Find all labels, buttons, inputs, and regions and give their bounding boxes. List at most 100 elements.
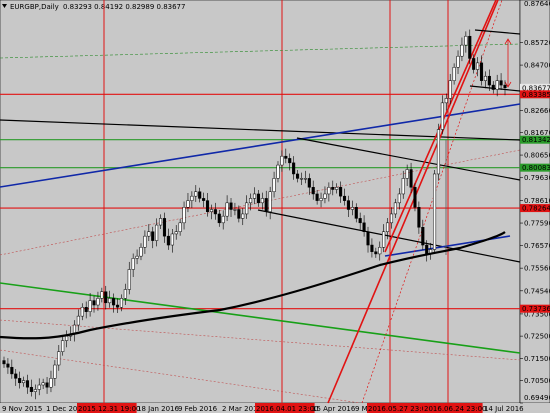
- candle-body: [296, 173, 300, 179]
- chart-header: EURGBP,Daily 0.83293 0.84192 0.82989 0.8…: [2, 3, 185, 11]
- candle-body: [76, 315, 80, 326]
- y-tick-label: 0.75560: [524, 265, 550, 273]
- ohlc-values: 0.83293 0.84192 0.82989 0.83677: [63, 3, 185, 11]
- candle-body: [272, 178, 276, 192]
- candle-body: [464, 35, 468, 46]
- candle-body: [2, 360, 6, 365]
- candle-body: [205, 200, 210, 212]
- candle-body: [417, 207, 421, 228]
- candle-body: [162, 218, 167, 237]
- candle-body: [159, 218, 163, 226]
- x-tick-label: 2016.06.24 23:00: [424, 405, 486, 413]
- candle-body: [45, 382, 49, 388]
- y-tick-label: 0.79630: [524, 174, 550, 182]
- candle-body: [237, 209, 241, 219]
- candle-body: [315, 193, 319, 201]
- candle-body: [432, 173, 437, 250]
- candle-body: [170, 233, 174, 246]
- candle-body: [252, 193, 257, 199]
- candle-body: [33, 389, 37, 392]
- time-scale-labels: 9 Nov 2015 1 Dec 2012015.12.31 19:0018 Ja…: [2, 403, 524, 413]
- candle-body: [472, 58, 476, 70]
- x-tick-label: 14 Jul 2016: [484, 405, 524, 413]
- candle-body: [29, 386, 33, 392]
- candle-body: [18, 378, 22, 384]
- candle-body: [370, 244, 374, 252]
- candle-body: [245, 202, 249, 215]
- candle-body: [61, 340, 65, 352]
- price-tag-label: 0.80083: [522, 164, 550, 172]
- candle-body: [57, 351, 61, 366]
- candle-body: [174, 231, 178, 235]
- candle-body: [186, 200, 190, 208]
- y-tick-label: 0.77590: [524, 220, 550, 228]
- candle-body: [217, 213, 221, 224]
- price-chart[interactable]: EURGBP,Daily 0.83293 0.84192 0.82989 0.8…: [0, 0, 550, 413]
- candle-body: [401, 178, 405, 195]
- y-tick-label: 0.74540: [524, 287, 550, 295]
- candle-body: [139, 247, 143, 257]
- candle-body: [440, 102, 444, 130]
- x-tick-label: 1 Dec 201: [46, 405, 82, 413]
- candle-body: [421, 227, 425, 246]
- candle-body: [143, 235, 147, 248]
- candle-body: [53, 364, 57, 379]
- candle-body: [182, 207, 186, 224]
- candle-body: [131, 258, 135, 270]
- candle-body: [358, 218, 362, 224]
- candle-body: [155, 224, 159, 241]
- y-tick-label: 0.80650: [524, 152, 550, 160]
- candle-body: [123, 289, 127, 299]
- candle-body: [213, 209, 217, 215]
- candle-body: [249, 198, 253, 204]
- symbol-title: EURGBP,Daily: [10, 3, 59, 11]
- candle-body: [311, 187, 315, 195]
- candle-body: [241, 213, 245, 219]
- x-tick-label: 9 M: [355, 405, 368, 413]
- y-tick-label: 0.70500: [524, 377, 550, 385]
- candle-body: [276, 164, 280, 179]
- candle-body: [374, 251, 378, 255]
- candle-body: [198, 191, 202, 199]
- candle-body: [100, 291, 104, 299]
- candle-body: [491, 84, 495, 90]
- candle-body: [135, 255, 139, 259]
- price-tag-label: 0.73736: [522, 305, 550, 313]
- candle-body: [10, 366, 14, 375]
- candle-body: [166, 235, 170, 246]
- y-tick-label: 0.69490: [524, 394, 550, 402]
- candle-body: [452, 67, 456, 81]
- candle-body: [88, 300, 92, 312]
- candle-body: [233, 209, 237, 211]
- x-tick-label: 2015.12.31 19:00: [78, 405, 140, 413]
- candle-body: [389, 213, 394, 224]
- candle-body: [80, 306, 84, 317]
- candle-body: [354, 207, 358, 219]
- candle-body: [190, 195, 194, 201]
- candle-body: [386, 222, 390, 232]
- candle-body: [456, 55, 460, 68]
- candle-body: [84, 306, 88, 312]
- candle-body: [339, 187, 343, 197]
- candle-body: [151, 231, 155, 241]
- candle-body: [6, 363, 10, 368]
- candle-body: [303, 178, 307, 180]
- candle-body: [202, 198, 206, 201]
- candle-body: [378, 247, 382, 255]
- candle-body: [104, 291, 108, 304]
- candle-body: [284, 155, 288, 159]
- candle-body: [260, 198, 264, 204]
- candle-body: [468, 35, 472, 59]
- candle-body: [280, 155, 284, 166]
- candle-body: [503, 84, 507, 89]
- candle-body: [331, 187, 335, 190]
- candle-body: [342, 195, 347, 201]
- candle-body: [178, 222, 182, 232]
- candle-body: [362, 222, 366, 232]
- candle-body: [108, 298, 112, 304]
- price-tag-label: 0.81342: [522, 136, 550, 144]
- candle-body: [436, 129, 441, 175]
- candle-body: [346, 200, 350, 210]
- candle-body: [112, 298, 116, 306]
- y-tick-label: 0.85720: [524, 39, 550, 47]
